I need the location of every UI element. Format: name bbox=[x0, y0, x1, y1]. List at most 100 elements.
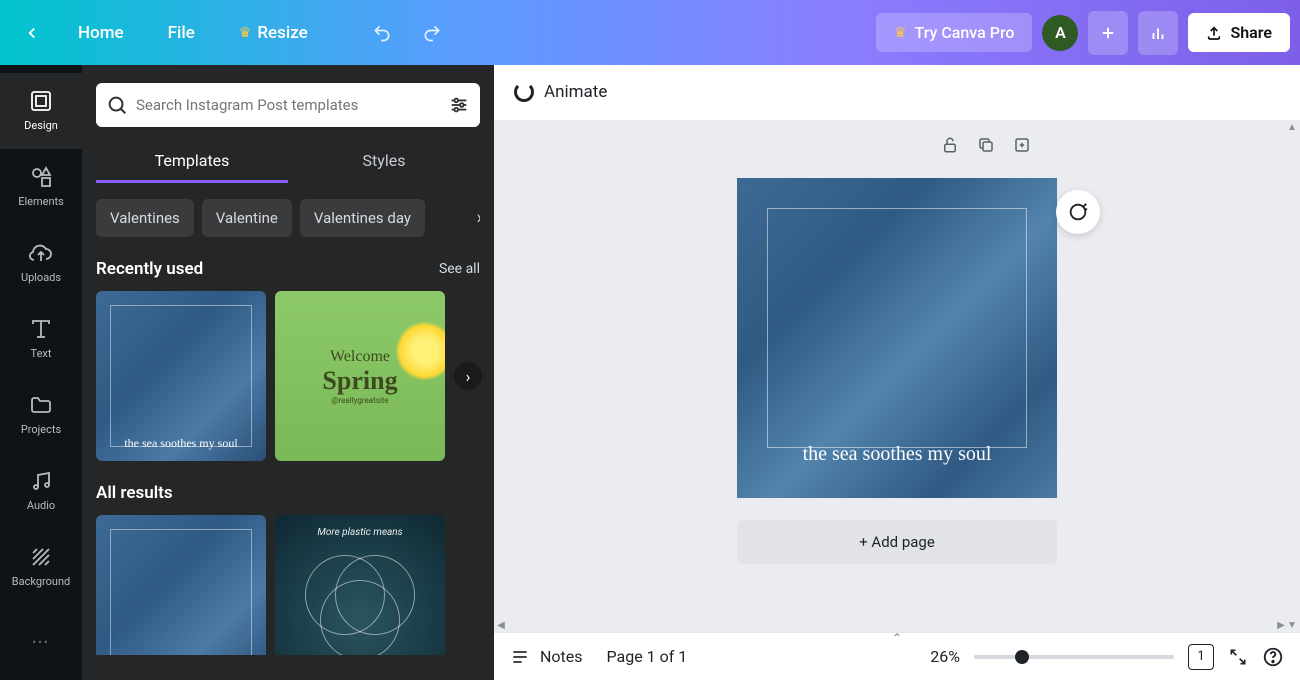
scroll-right-icon[interactable]: ▶ bbox=[1274, 620, 1288, 631]
stage[interactable]: the sea soothes my soul + Add page ▲ ▼ ◀… bbox=[494, 120, 1300, 632]
rail-label: Text bbox=[31, 347, 52, 360]
animate-label: Animate bbox=[544, 82, 607, 102]
zoom-knob[interactable] bbox=[1015, 650, 1029, 664]
tab-styles[interactable]: Styles bbox=[288, 141, 480, 183]
new-page-button[interactable] bbox=[1013, 136, 1031, 154]
copy-icon bbox=[977, 136, 995, 154]
chips-next-button[interactable]: › bbox=[477, 208, 480, 229]
duplicate-button[interactable] bbox=[977, 136, 995, 154]
resize-label: Resize bbox=[257, 23, 307, 43]
undo-button[interactable] bbox=[362, 13, 402, 53]
footer-bar: ⌃ Notes Page 1 of 1 26% 1 bbox=[494, 632, 1300, 680]
zoom-value[interactable]: 26% bbox=[930, 647, 960, 666]
add-page-button[interactable]: + Add page bbox=[737, 520, 1057, 564]
folder-icon bbox=[29, 393, 53, 417]
resize-button[interactable]: ♛ Resize bbox=[219, 23, 328, 43]
thumb-text: Welcome bbox=[330, 348, 390, 366]
help-button[interactable] bbox=[1262, 646, 1284, 668]
notes-label: Notes bbox=[540, 647, 583, 666]
nav-left: Home File ♛ Resize bbox=[10, 11, 452, 55]
elements-icon bbox=[29, 165, 53, 189]
notes-icon bbox=[510, 647, 530, 667]
add-button[interactable] bbox=[1088, 11, 1128, 55]
try-pro-button[interactable]: ♛ Try Canva Pro bbox=[876, 13, 1033, 52]
page-frame bbox=[767, 208, 1027, 448]
redo-icon bbox=[422, 23, 442, 43]
cloud-upload-icon bbox=[29, 241, 53, 265]
see-all-link[interactable]: See all bbox=[439, 261, 480, 277]
notes-button[interactable]: Notes bbox=[510, 647, 583, 667]
redo-button[interactable] bbox=[412, 13, 452, 53]
rail-label: Projects bbox=[21, 423, 61, 436]
rail-label: Uploads bbox=[21, 271, 61, 284]
file-menu[interactable]: File bbox=[148, 23, 215, 43]
thumb-text: Spring bbox=[322, 366, 397, 396]
avatar[interactable]: A bbox=[1042, 15, 1078, 51]
chip[interactable]: Valentines day bbox=[300, 199, 425, 237]
template-thumb[interactable]: the sea soothes my soul bbox=[96, 291, 266, 461]
rail-label: Background bbox=[12, 575, 70, 588]
sparkle-icon bbox=[1067, 201, 1089, 223]
thumb-text: More plastic means bbox=[275, 527, 445, 538]
insights-button[interactable] bbox=[1138, 11, 1178, 55]
page-grid-button[interactable]: 1 bbox=[1188, 644, 1214, 670]
scroll-left-icon[interactable]: ◀ bbox=[494, 620, 508, 631]
upload-icon bbox=[1206, 25, 1222, 41]
lock-icon bbox=[941, 136, 959, 154]
vertical-scrollbar[interactable]: ▲ ▼ bbox=[1286, 120, 1298, 632]
zoom-group: 26% 1 bbox=[930, 644, 1284, 670]
thumb-text: @reallygreatsite bbox=[331, 396, 388, 405]
thumb-caption: the sea soothes my soul bbox=[96, 436, 266, 451]
thumbs-next-button[interactable]: › bbox=[454, 362, 482, 390]
context-toolbar: Animate bbox=[494, 65, 1300, 120]
recently-used-thumbs: the sea soothes my soul Welcome Spring @… bbox=[96, 291, 480, 461]
rail-projects[interactable]: Projects bbox=[0, 377, 82, 453]
ai-fab-button[interactable] bbox=[1056, 190, 1100, 234]
search-wrap bbox=[96, 83, 480, 127]
rail-elements[interactable]: Elements bbox=[0, 149, 82, 225]
canvas-page[interactable]: the sea soothes my soul bbox=[737, 178, 1057, 498]
animate-button[interactable]: Animate bbox=[514, 82, 607, 102]
zoom-slider[interactable] bbox=[974, 655, 1174, 659]
home-link[interactable]: Home bbox=[58, 23, 144, 43]
expand-pages-button[interactable]: ⌃ bbox=[892, 631, 902, 645]
undo-icon bbox=[372, 23, 392, 43]
top-bar: Home File ♛ Resize ♛ Try Canva Pro A bbox=[0, 0, 1300, 65]
flower-decoration bbox=[395, 321, 445, 381]
back-button[interactable] bbox=[10, 11, 54, 55]
background-icon bbox=[29, 545, 53, 569]
rail-more[interactable]: ••• bbox=[0, 604, 82, 680]
try-pro-label: Try Canva Pro bbox=[915, 23, 1015, 42]
rail-text[interactable]: Text bbox=[0, 301, 82, 377]
more-icon: ••• bbox=[32, 636, 49, 649]
template-thumb[interactable]: More plastic means bbox=[275, 515, 445, 655]
scroll-up-icon[interactable]: ▲ bbox=[1286, 120, 1298, 134]
chip[interactable]: Valentines bbox=[96, 199, 194, 237]
canvas-area: Animate the sea soothes my soul bbox=[494, 65, 1300, 680]
search-input[interactable] bbox=[136, 96, 440, 114]
lock-button[interactable] bbox=[941, 136, 959, 154]
help-icon bbox=[1262, 646, 1284, 668]
rail-background[interactable]: Background bbox=[0, 528, 82, 604]
template-thumb[interactable]: Welcome Spring @reallygreatsite bbox=[275, 291, 445, 461]
design-icon bbox=[29, 89, 53, 113]
chip[interactable]: Valentine bbox=[202, 199, 292, 237]
plus-icon bbox=[1099, 24, 1117, 42]
filter-icon[interactable] bbox=[448, 94, 470, 116]
undo-redo-group bbox=[362, 13, 452, 53]
rail-uploads[interactable]: Uploads bbox=[0, 225, 82, 301]
rail-label: Elements bbox=[18, 195, 64, 208]
page-text[interactable]: the sea soothes my soul bbox=[737, 443, 1057, 466]
fullscreen-button[interactable] bbox=[1228, 647, 1248, 667]
template-thumb[interactable]: the sea soothes my soul bbox=[96, 515, 266, 655]
rail-design[interactable]: Design bbox=[0, 73, 82, 149]
section-recently-used: Recently used See all bbox=[96, 259, 480, 279]
page-indicator[interactable]: Page 1 of 1 bbox=[607, 647, 688, 666]
rail-audio[interactable]: Audio bbox=[0, 452, 82, 528]
share-label: Share bbox=[1230, 23, 1272, 42]
horizontal-scrollbar[interactable]: ◀ ▶ bbox=[494, 618, 1288, 632]
share-button[interactable]: Share bbox=[1188, 13, 1290, 52]
crown-icon: ♛ bbox=[894, 25, 907, 41]
tab-templates[interactable]: Templates bbox=[96, 141, 288, 183]
chevron-left-icon bbox=[23, 24, 41, 42]
